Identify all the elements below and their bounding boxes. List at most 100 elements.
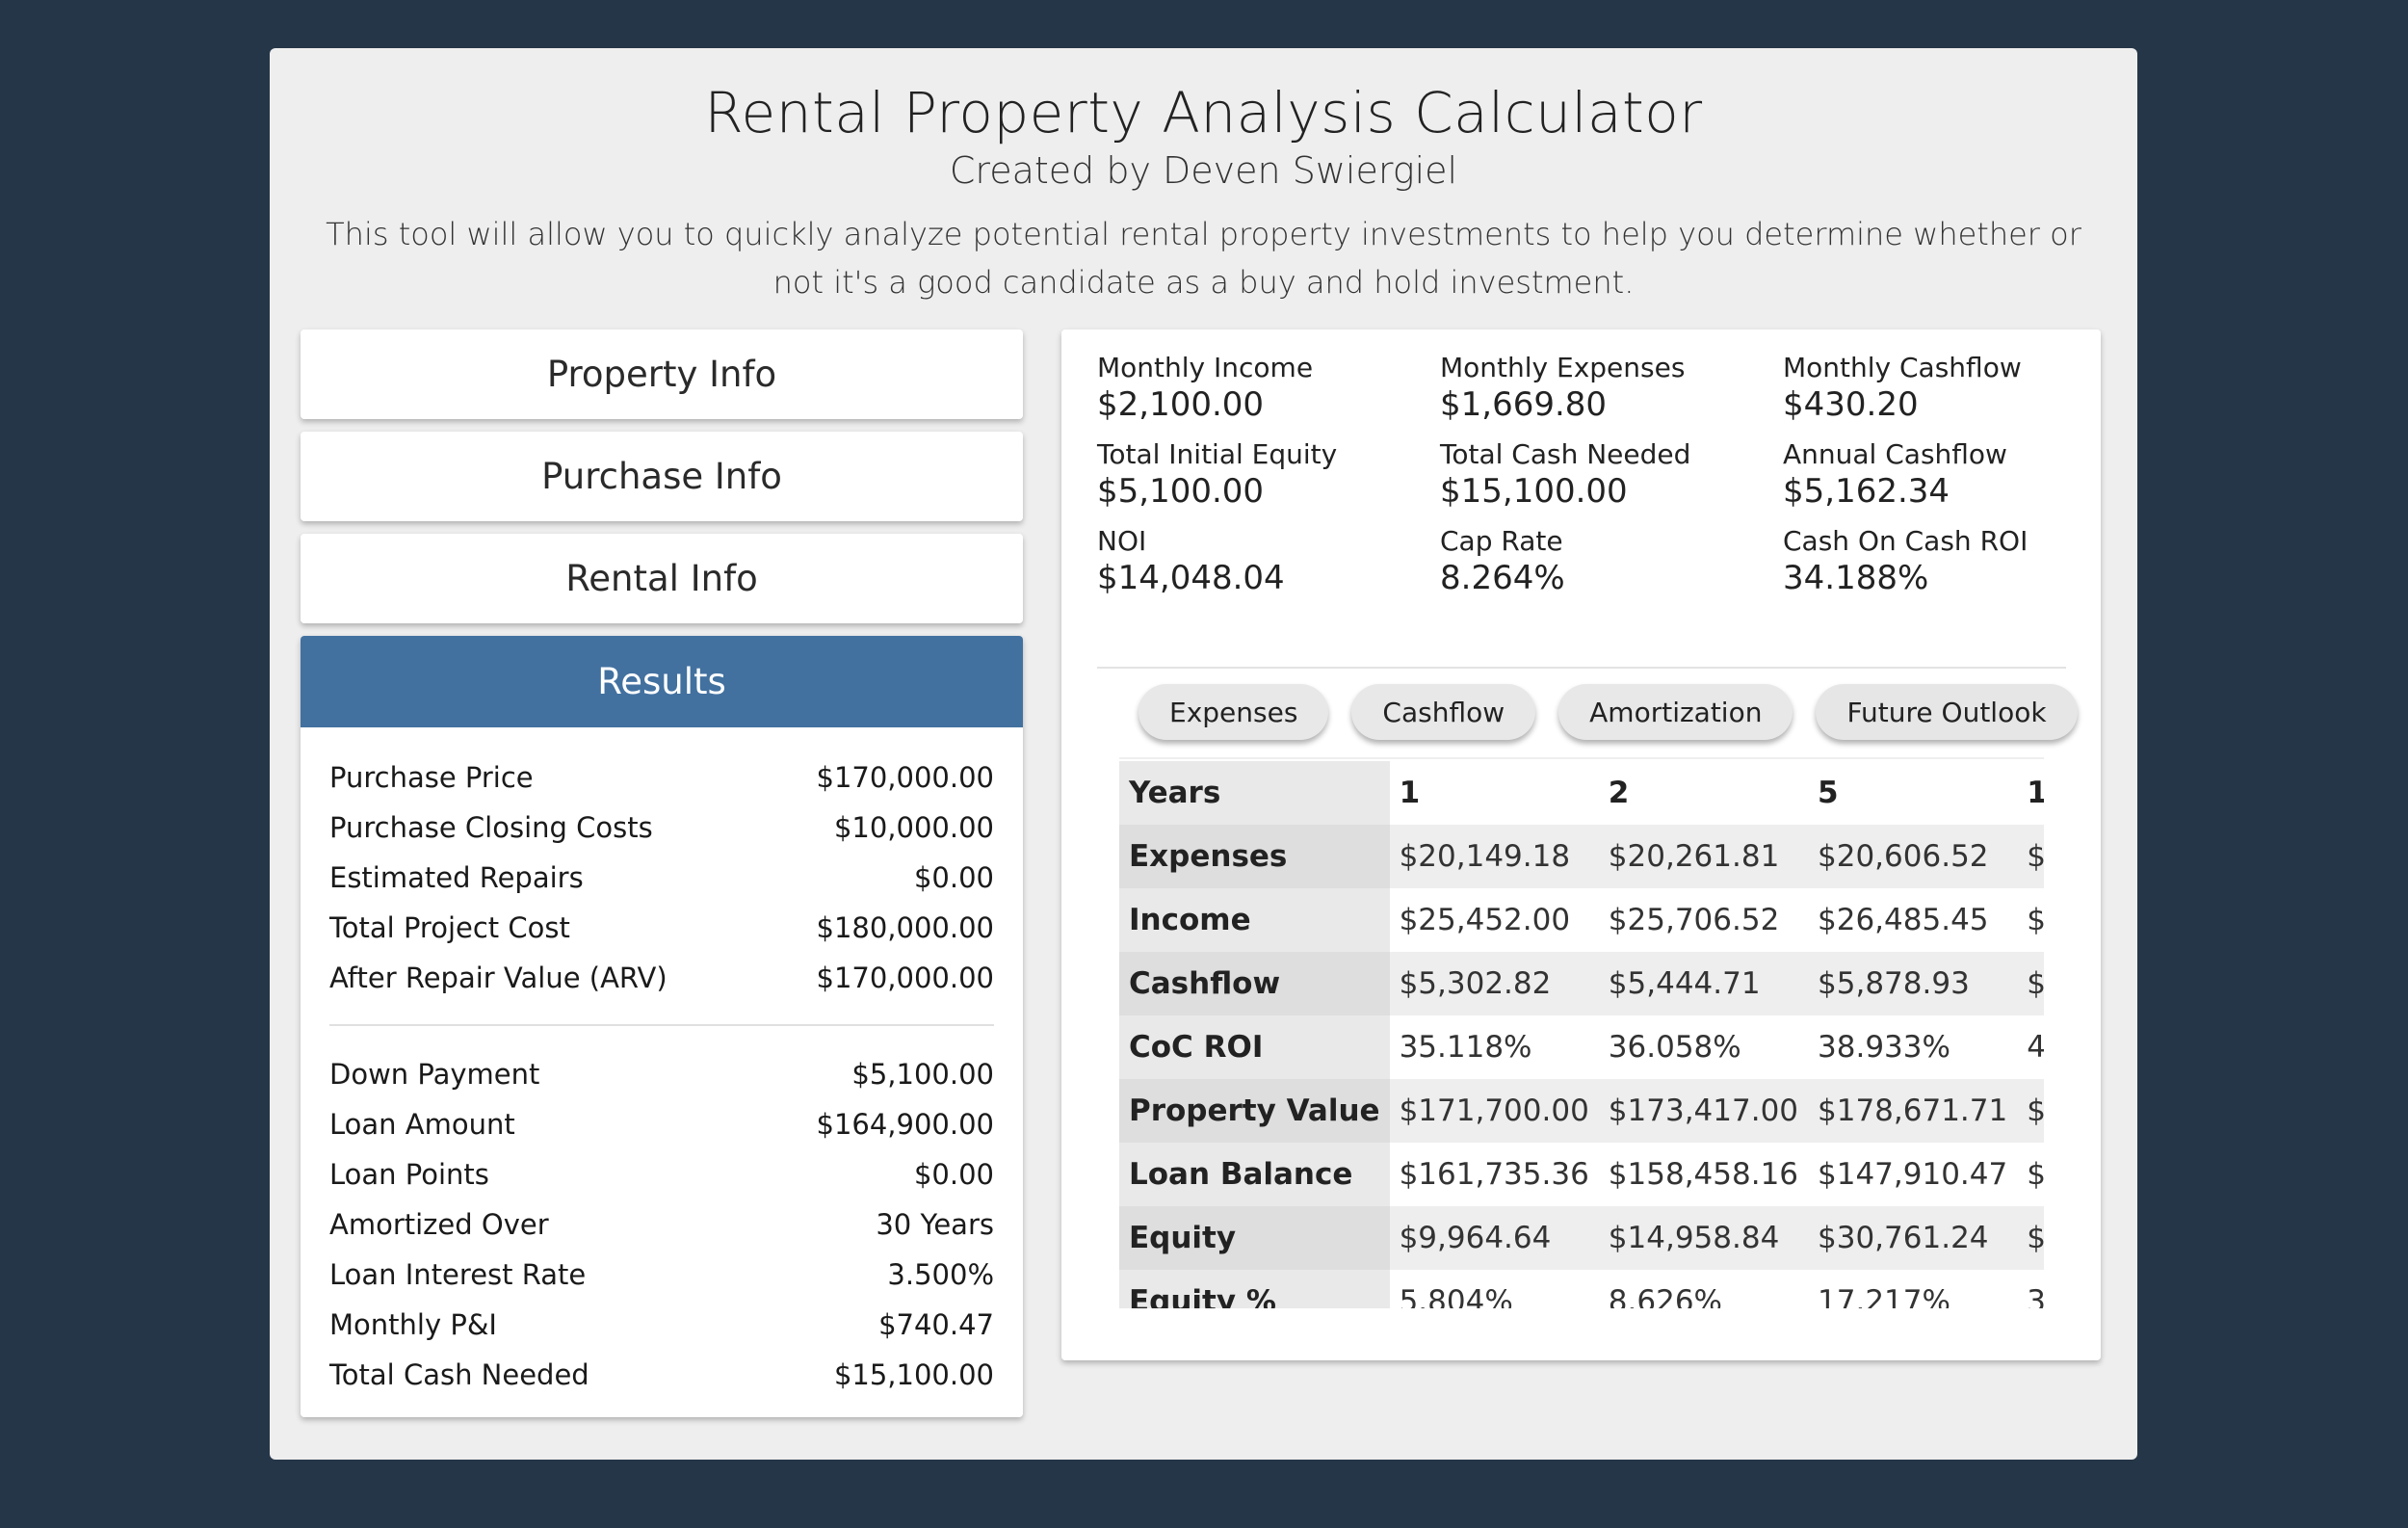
table-cell: 5.804% (1399, 1284, 1513, 1308)
results-group-purchase: Purchase Price $170,000.00 Purchase Closin… (329, 752, 994, 1003)
metric-item: Total Cash Needed $15,100.00 (1440, 437, 1783, 511)
result-row: Estimated Repairs $0.00 (329, 853, 994, 903)
table-row-header: Income (1119, 888, 1390, 952)
table-cell: $25,706.52 (1608, 903, 1780, 937)
table-row: Cashflow$5,302.82$5,444.71$5,878.93$6,63… (1119, 952, 2044, 1015)
table-cell: $5,878.93 (1808, 952, 2018, 1015)
table-cell: $9,964.64 (1389, 1206, 1599, 1270)
metric-item: Cash On Cash ROI 34.188% (1783, 524, 2066, 597)
table-cell: $173,417.00 (1598, 1079, 1809, 1143)
table-row-header: Cashflow (1119, 952, 1390, 1015)
metric-item: Annual Cashflow $5,162.34 (1783, 437, 2066, 511)
result-label: After Repair Value (ARV) (329, 962, 667, 994)
metric-item: Cap Rate 8.264% (1440, 524, 1783, 597)
rental-info-button[interactable]: Rental Info (301, 534, 1023, 623)
metric-value: $14,048.04 (1097, 559, 1285, 597)
result-row: Loan Points $0.00 (329, 1149, 994, 1199)
result-label: Purchase Closing Costs (329, 811, 653, 844)
result-label: Purchase Price (329, 761, 534, 794)
metric-value: $5,100.00 (1097, 472, 1265, 511)
result-row: Total Project Cost $180,000.00 (329, 903, 994, 953)
result-row: Monthly P&I $740.47 (329, 1300, 994, 1350)
purchase-info-button[interactable]: Purchase Info (301, 432, 1023, 521)
result-row: Loan Amount $164,900.00 (329, 1099, 994, 1149)
table-cell: $187,785 (2017, 1079, 2044, 1143)
table-cell: 32.009% (2027, 1284, 2044, 1308)
future-outlook-table: Years12510Expenses$20,149.18$20,261.81$2… (1119, 761, 2044, 1308)
table-cell: $20,149.18 (1389, 825, 1599, 888)
table-row-header: Equity % (1119, 1270, 1390, 1308)
table-cell: 38.933% (1818, 1030, 1950, 1065)
result-label: Total Cash Needed (329, 1358, 589, 1391)
table-column-header: 5 (1818, 776, 1839, 810)
results-group-loan: Down Payment $5,100.00 Loan Amount $164,900… (329, 1049, 994, 1400)
result-value: $170,000.00 (816, 761, 995, 794)
table-row-header: Years (1119, 761, 1390, 825)
table-cell: $60,108.8 (2017, 1206, 2044, 1270)
table-column-header: 10 (2027, 776, 2044, 810)
result-row: Total Cash Needed $15,100.00 (329, 1350, 994, 1400)
result-value: 3.500% (887, 1258, 994, 1291)
result-value: $0.00 (913, 861, 994, 894)
table-cell: $14,958.84 (1598, 1206, 1809, 1270)
table-row: Expenses$20,149.18$20,261.81$20,606.52$2… (1119, 825, 2044, 888)
results-panel: Results Purchase Price $170,000.00 Purchas… (301, 636, 1023, 1417)
result-value: $15,100.00 (833, 1358, 994, 1391)
metric-item: Monthly Expenses $1,669.80 (1440, 351, 1783, 424)
result-row: Purchase Price $170,000.00 (329, 752, 994, 803)
main-container: Rental Property Analysis Calculator Crea… (270, 48, 2137, 1460)
table-cell: 17.217% (1818, 1284, 1950, 1308)
result-label: Total Project Cost (329, 911, 570, 944)
table-cell: $20,606.52 (1808, 825, 2018, 888)
metric-value: $430.20 (1783, 385, 1919, 424)
metric-item: Monthly Income $2,100.00 (1097, 351, 1440, 424)
table-row-header: Property Value (1119, 1079, 1390, 1143)
metric-value: $1,669.80 (1440, 385, 1608, 424)
result-label: Loan Amount (329, 1108, 515, 1141)
table-cell: $6,632.08 (2017, 952, 2044, 1015)
table-cell: $5,302.82 (1389, 952, 1599, 1015)
table-column-header: 2 (1608, 776, 1630, 810)
table-cell: $26,485.45 (1818, 903, 1989, 937)
table-row: Loan Balance $161,735.36 $158,458.16 $147,9… (1119, 1143, 2044, 1206)
metric-label: Monthly Cashflow (1783, 352, 2022, 383)
table-cell: $158,458.16 (1608, 1157, 1799, 1192)
table-cell: $161,735.36 (1399, 1157, 1589, 1192)
metric-label: NOI (1097, 525, 1147, 557)
table-row: Equity % 5.804% 8.626% 17.217% 32.009% (1119, 1270, 2044, 1308)
metric-value: $5,162.34 (1783, 472, 1950, 511)
table-cell: 8.626% (1608, 1284, 1722, 1308)
result-row: After Repair Value (ARV) $170,000.00 (329, 953, 994, 1003)
metric-label: Total Cash Needed (1440, 438, 1691, 470)
table-cell: 36.058% (1608, 1030, 1741, 1065)
table-cell: $147,910.47 (1818, 1157, 2008, 1192)
metric-item: Total Initial Equity $5,100.00 (1097, 437, 1440, 511)
metrics-divider (1097, 667, 2066, 669)
analysis-panel: Monthly Income $2,100.00 Monthly Expenses $… (1061, 329, 2101, 1360)
result-label: Estimated Repairs (329, 861, 584, 894)
metric-value: $2,100.00 (1097, 385, 1265, 424)
results-body: Purchase Price $170,000.00 Purchase Closin… (301, 727, 1023, 1417)
results-header-button[interactable]: Results (301, 636, 1023, 727)
metric-item: Monthly Cashflow $430.20 (1783, 351, 2066, 424)
metric-value: 8.264% (1440, 559, 1565, 597)
result-label: Down Payment (329, 1058, 540, 1091)
future-outlook-table-container[interactable]: Years12510Expenses$20,149.18$20,261.81$2… (1119, 719, 2044, 1308)
table-cell: $20,261.81 (1598, 825, 1809, 888)
table-row: Property Value $171,700.00 $173,417.00 $178… (1119, 1079, 2044, 1143)
table-column-header: 1 (1399, 776, 1421, 810)
table-header-row: Years 1 2 5 10 (1119, 761, 2044, 825)
table-row: Equity$9,964.64$14,958.84$30,761.24$60,1… (1119, 1206, 2044, 1270)
result-row: Amortized Over 30 Years (329, 1199, 994, 1250)
table-row-header: Expenses (1119, 825, 1390, 888)
table-cell: 43.921% (2027, 1030, 2044, 1065)
result-row: Down Payment $5,100.00 (329, 1049, 994, 1099)
result-value: $180,000.00 (816, 911, 995, 944)
result-row: Purchase Closing Costs $10,000.00 (329, 803, 994, 853)
metric-value: $15,100.00 (1440, 472, 1628, 511)
result-value: 30 Years (876, 1208, 994, 1241)
table-cell: $5,444.71 (1598, 952, 1809, 1015)
table-cell: $171,700.00 (1389, 1079, 1599, 1143)
table-cell: 35.118% (1399, 1030, 1532, 1065)
property-info-button[interactable]: Property Info (301, 329, 1023, 419)
